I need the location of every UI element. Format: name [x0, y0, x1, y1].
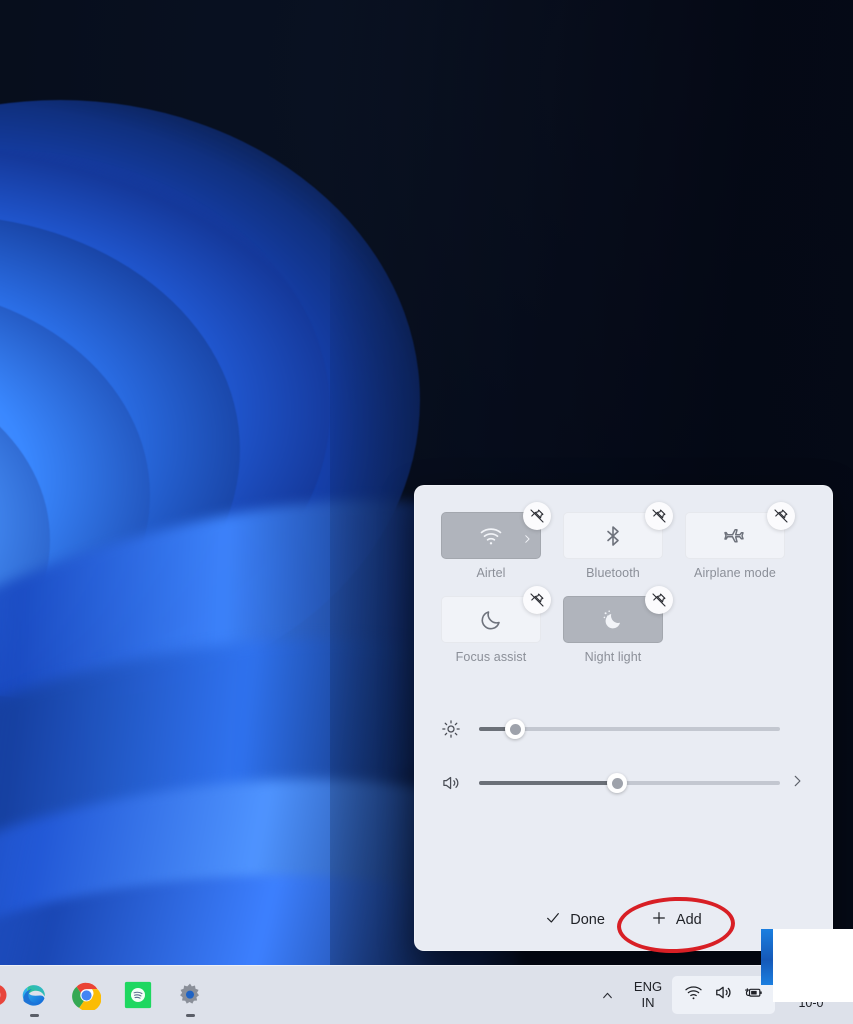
unpin-icon[interactable] — [645, 586, 673, 614]
night-light-icon — [601, 608, 625, 632]
tile-slot-empty — [685, 596, 785, 664]
quick-settings-tiles: Airtel Bluetooth Airplane mode Focus ass… — [415, 486, 832, 664]
add-label: Add — [675, 912, 702, 928]
tile-bluetooth[interactable]: Bluetooth — [563, 502, 673, 580]
battery-charging-icon — [744, 983, 763, 1007]
tile-row: Airtel Bluetooth Airplane mode — [441, 502, 806, 580]
tile-label: Bluetooth — [586, 566, 640, 580]
volume-slider-row — [441, 756, 806, 810]
done-button[interactable]: Done — [535, 904, 615, 936]
plus-icon — [651, 910, 667, 930]
quick-settings-panel: Airtel Bluetooth Airplane mode Focus ass… — [414, 485, 833, 951]
done-label: Done — [570, 912, 605, 928]
taskbar-app-icons — [0, 966, 216, 1024]
language-line1: ENG — [633, 979, 663, 994]
language-line2: IN — [641, 995, 655, 1010]
tile-label: Focus assist — [455, 650, 527, 664]
chevron-right-icon[interactable] — [790, 774, 806, 793]
settings-icon[interactable] — [164, 966, 216, 1024]
volume-slider-fill — [479, 781, 618, 785]
running-indicator — [29, 1013, 39, 1017]
tile-label: Airtel — [476, 566, 506, 580]
chevron-up-icon[interactable] — [590, 989, 624, 1002]
airplane-icon — [723, 524, 747, 548]
volume-slider-knob[interactable] — [607, 773, 628, 793]
spotify-icon[interactable] — [112, 966, 164, 1024]
tile-label: Airplane mode — [694, 566, 776, 580]
taskbar: ENG IN 10-0 — [0, 965, 853, 1024]
wifi-icon — [479, 524, 503, 548]
bluetooth-icon — [601, 524, 625, 548]
tray-status-group[interactable] — [672, 976, 775, 1014]
edge-icon[interactable] — [8, 966, 60, 1024]
brightness-slider-knob[interactable] — [505, 719, 526, 739]
checkmark-icon — [545, 910, 561, 930]
wifi-icon — [684, 983, 703, 1007]
add-button[interactable]: Add — [641, 904, 712, 936]
unpin-icon[interactable] — [523, 502, 551, 530]
chrome-icon[interactable] — [60, 966, 112, 1024]
quick-settings-sliders — [415, 680, 832, 810]
volume-icon — [441, 772, 467, 794]
running-indicator — [185, 1013, 195, 1017]
tile-airplane-mode[interactable]: Airplane mode — [685, 502, 795, 580]
moon-icon — [479, 608, 503, 632]
white-overlay-rectangle — [773, 929, 853, 1002]
brightness-icon — [441, 718, 467, 740]
screen: Airtel Bluetooth Airplane mode Focus ass… — [0, 0, 853, 1024]
tile-row: Focus assist Night light — [441, 586, 806, 664]
tile-night-light[interactable]: Night light — [563, 586, 673, 664]
chevron-right-icon[interactable] — [522, 531, 532, 543]
unpin-icon[interactable] — [645, 502, 673, 530]
unpin-icon[interactable] — [523, 586, 551, 614]
brightness-slider-track[interactable] — [479, 719, 780, 739]
brightness-slider-row — [441, 702, 806, 756]
screen-edge-blue-strip — [761, 929, 773, 985]
tile-airtel[interactable]: Airtel — [441, 502, 551, 580]
app-icon-partial[interactable] — [0, 966, 8, 1024]
tile-label: Night light — [584, 650, 642, 664]
volume-slider-track[interactable] — [479, 773, 780, 793]
language-indicator[interactable]: ENG IN — [624, 979, 672, 1011]
volume-icon — [714, 983, 733, 1007]
tile-focus-assist[interactable]: Focus assist — [441, 586, 551, 664]
unpin-icon[interactable] — [767, 502, 795, 530]
